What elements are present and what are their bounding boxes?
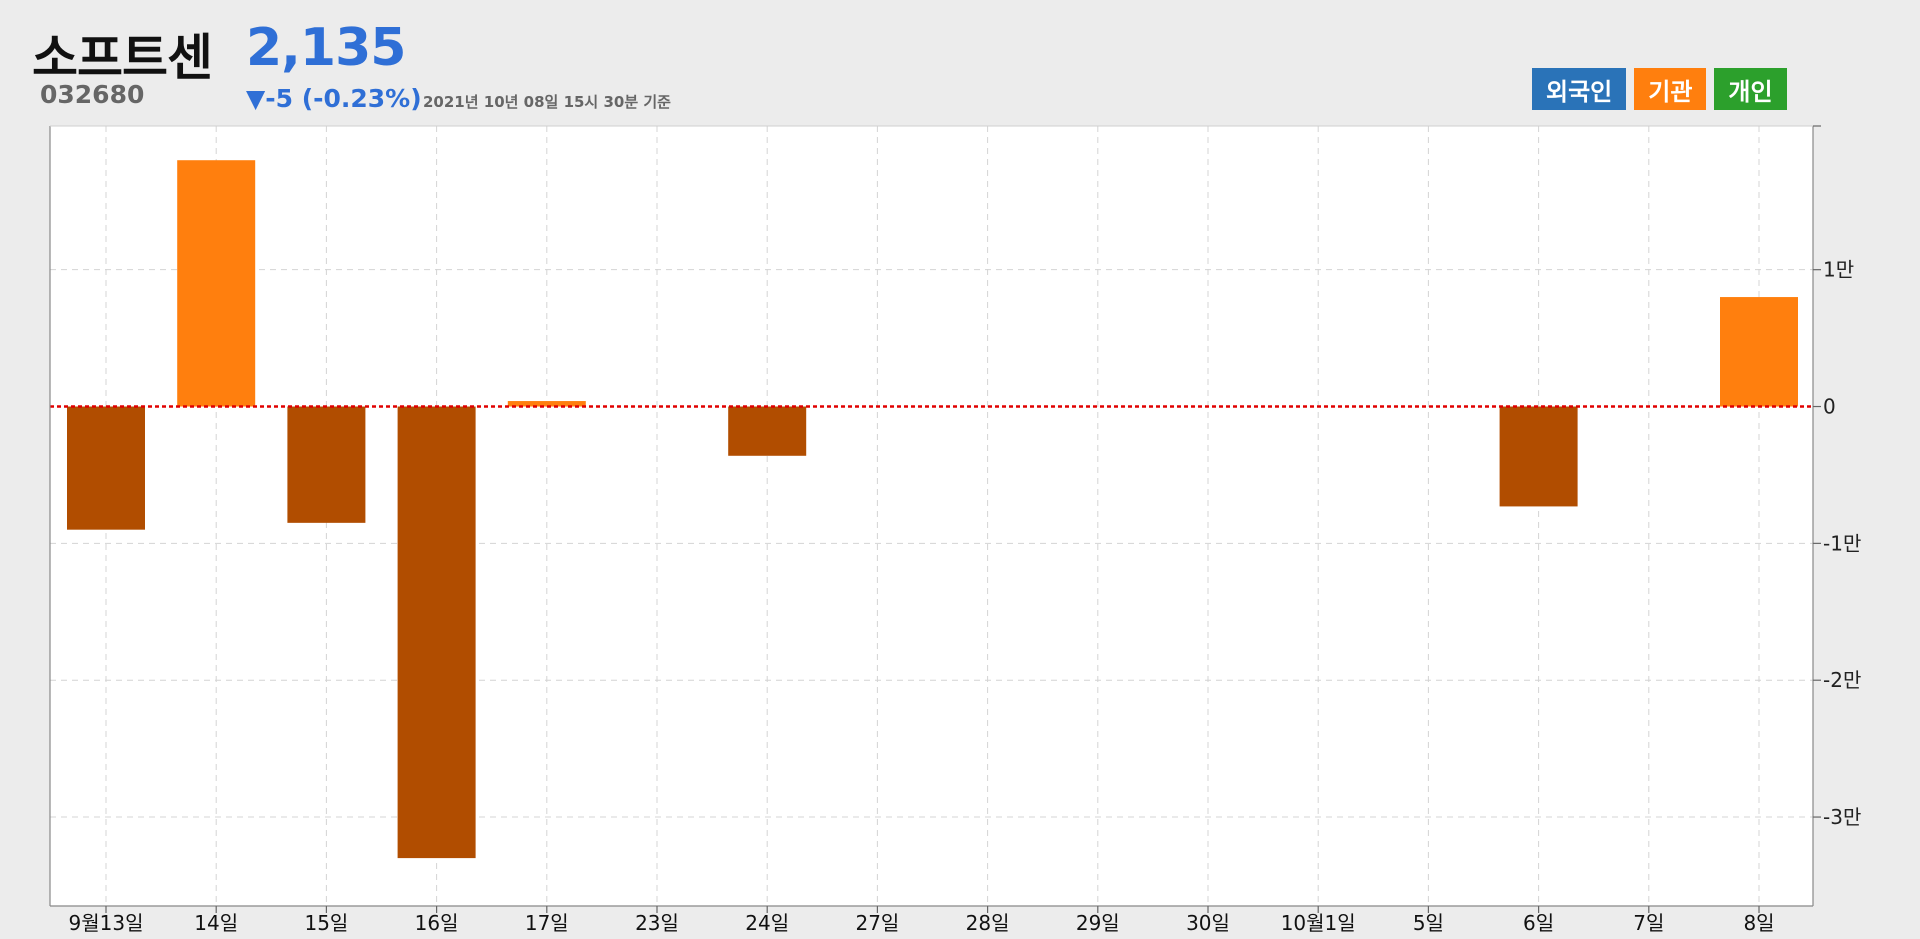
x-tick-label: 30일	[1186, 911, 1230, 935]
bar-chart: 1만 0 -1만 -2만 -3만 9월13일 14일 15일 16일 17일 23일 24일 27일 28…	[49, 125, 1861, 935]
x-tick-label: 9월13일	[69, 911, 144, 935]
y-tick-label: -1만	[1823, 531, 1861, 555]
y-tick-label: 0	[1823, 395, 1836, 419]
bar	[1499, 406, 1578, 507]
x-tick-label: 28일	[966, 911, 1010, 935]
x-tick-label: 27일	[855, 911, 899, 935]
bar	[1720, 297, 1798, 407]
x-tick-label: 15일	[304, 911, 348, 935]
y-tick-label: -3만	[1823, 805, 1861, 829]
x-tick-label: 23일	[635, 911, 679, 935]
x-tick-label: 7일	[1633, 911, 1664, 935]
x-tick-label: 5일	[1413, 911, 1444, 935]
y-tick-label: 1만	[1823, 258, 1854, 282]
x-tick-label: 10월1일	[1281, 911, 1356, 935]
bar	[728, 406, 807, 456]
x-tick-label: 14일	[194, 911, 238, 935]
x-tick-label: 29일	[1076, 911, 1120, 935]
x-tick-label: 17일	[525, 911, 569, 935]
x-tick-label: 24일	[745, 911, 789, 935]
x-tick-label: 6일	[1523, 911, 1554, 935]
x-tick-label: 16일	[415, 911, 459, 935]
bar	[397, 406, 476, 859]
bar	[67, 406, 145, 530]
bar	[287, 406, 366, 523]
bar	[177, 160, 256, 407]
x-tick-label: 8일	[1743, 911, 1774, 935]
y-tick-label: -2만	[1823, 668, 1861, 692]
chart-area: 1만 0 -1만 -2만 -3만 9월13일 14일 15일 16일 17일 23일 24일 27일 28…	[0, 0, 1920, 939]
